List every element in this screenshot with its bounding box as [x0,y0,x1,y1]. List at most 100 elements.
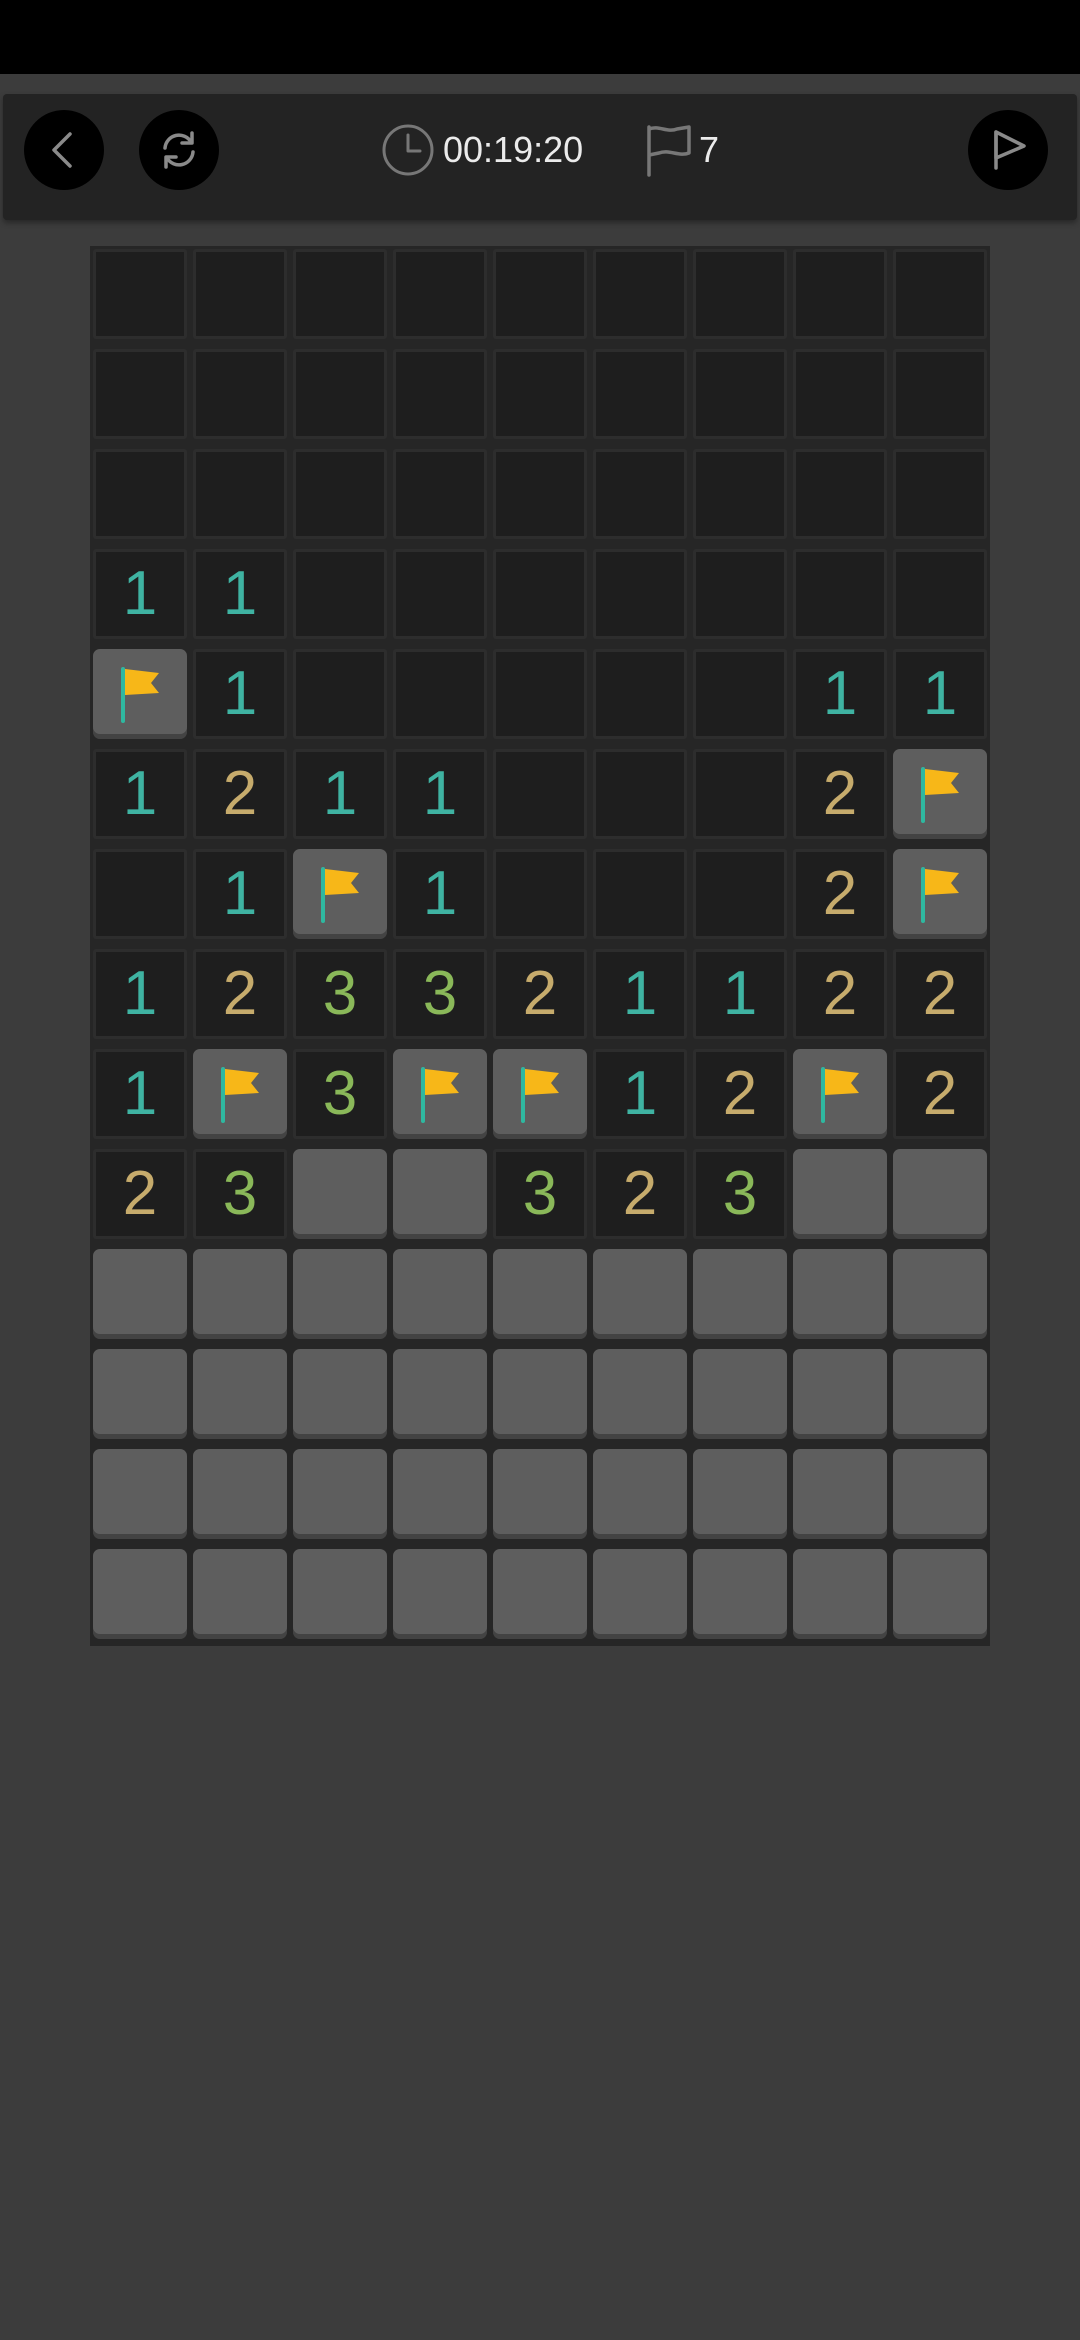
dark-cell-r2c3[interactable] [293,349,387,439]
unrevealed-cell-r13c2[interactable] [193,1449,287,1539]
dark-cell-r1c8[interactable] [793,249,887,339]
unrevealed-cell-r12c9[interactable] [893,1349,987,1439]
dark-cell-r2c2[interactable] [193,349,287,439]
unrevealed-cell-r12c7[interactable] [693,1349,787,1439]
dark-cell-r4c3[interactable] [293,549,387,639]
flagged-cell-r9c2[interactable] [193,1049,287,1139]
dark-cell-r3c8[interactable] [793,449,887,539]
dark-cell-r7c7[interactable] [693,849,787,939]
unrevealed-cell-r14c4[interactable] [393,1549,487,1639]
dark-cell-r1c2[interactable] [193,249,287,339]
dark-cell-r1c6[interactable] [593,249,687,339]
dark-cell-r3c6[interactable] [593,449,687,539]
unrevealed-cell-r11c2[interactable] [193,1249,287,1339]
number-cell-r8c1: 1 [93,949,187,1039]
unrevealed-cell-r12c3[interactable] [293,1349,387,1439]
unrevealed-cell-r11c4[interactable] [393,1249,487,1339]
dark-cell-r1c3[interactable] [293,249,387,339]
dark-cell-r1c1[interactable] [93,249,187,339]
unrevealed-cell-r14c7[interactable] [693,1549,787,1639]
unrevealed-cell-r10c4[interactable] [393,1149,487,1239]
dark-cell-r6c5[interactable] [493,749,587,839]
unrevealed-cell-r12c1[interactable] [93,1349,187,1439]
dark-cell-r6c7[interactable] [693,749,787,839]
dark-cell-r2c4[interactable] [393,349,487,439]
number-cell-r8c7: 1 [693,949,787,1039]
dark-cell-r5c5[interactable] [493,649,587,739]
dark-cell-r2c1[interactable] [93,349,187,439]
hint-button[interactable] [968,110,1048,190]
unrevealed-cell-r11c8[interactable] [793,1249,887,1339]
unrevealed-cell-r14c3[interactable] [293,1549,387,1639]
unrevealed-cell-r14c9[interactable] [893,1549,987,1639]
flagged-cell-r9c4[interactable] [393,1049,487,1139]
dark-cell-r1c5[interactable] [493,249,587,339]
flagged-cell-r7c3[interactable] [293,849,387,939]
dark-cell-r2c8[interactable] [793,349,887,439]
unrevealed-cell-r11c3[interactable] [293,1249,387,1339]
unrevealed-cell-r14c8[interactable] [793,1549,887,1639]
dark-cell-r4c5[interactable] [493,549,587,639]
unrevealed-cell-r11c7[interactable] [693,1249,787,1339]
dark-cell-r1c4[interactable] [393,249,487,339]
unrevealed-cell-r13c4[interactable] [393,1449,487,1539]
unrevealed-cell-r14c6[interactable] [593,1549,687,1639]
restart-button[interactable] [139,110,219,190]
dark-cell-r5c3[interactable] [293,649,387,739]
unrevealed-cell-r13c5[interactable] [493,1449,587,1539]
dark-cell-r2c7[interactable] [693,349,787,439]
dark-cell-r3c9[interactable] [893,449,987,539]
unrevealed-cell-r13c9[interactable] [893,1449,987,1539]
dark-cell-r7c5[interactable] [493,849,587,939]
unrevealed-cell-r13c6[interactable] [593,1449,687,1539]
dark-cell-r4c9[interactable] [893,549,987,639]
unrevealed-cell-r13c1[interactable] [93,1449,187,1539]
unrevealed-cell-r11c1[interactable] [93,1249,187,1339]
unrevealed-cell-r11c6[interactable] [593,1249,687,1339]
flagged-cell-r9c5[interactable] [493,1049,587,1139]
unrevealed-cell-r13c8[interactable] [793,1449,887,1539]
dark-cell-r6c6[interactable] [593,749,687,839]
dark-cell-r1c9[interactable] [893,249,987,339]
dark-cell-r5c6[interactable] [593,649,687,739]
dark-cell-r4c8[interactable] [793,549,887,639]
unrevealed-cell-r13c7[interactable] [693,1449,787,1539]
dark-cell-r1c7[interactable] [693,249,787,339]
flagged-cell-r6c9[interactable] [893,749,987,839]
number-cell-r6c1: 1 [93,749,187,839]
unrevealed-cell-r12c2[interactable] [193,1349,287,1439]
unrevealed-cell-r14c1[interactable] [93,1549,187,1639]
dark-cell-r5c7[interactable] [693,649,787,739]
dark-cell-r3c2[interactable] [193,449,287,539]
flagged-cell-r7c9[interactable] [893,849,987,939]
unrevealed-cell-r10c9[interactable] [893,1149,987,1239]
unrevealed-cell-r12c4[interactable] [393,1349,487,1439]
dark-cell-r5c4[interactable] [393,649,487,739]
dark-cell-r2c9[interactable] [893,349,987,439]
unrevealed-cell-r14c5[interactable] [493,1549,587,1639]
dark-cell-r7c6[interactable] [593,849,687,939]
dark-cell-r4c7[interactable] [693,549,787,639]
unrevealed-cell-r12c8[interactable] [793,1349,887,1439]
dark-cell-r3c1[interactable] [93,449,187,539]
dark-cell-r4c6[interactable] [593,549,687,639]
dark-cell-r3c5[interactable] [493,449,587,539]
dark-cell-r2c5[interactable] [493,349,587,439]
dark-cell-r7c1[interactable] [93,849,187,939]
unrevealed-cell-r10c3[interactable] [293,1149,387,1239]
back-button[interactable] [24,110,104,190]
dark-cell-r4c4[interactable] [393,549,487,639]
dark-cell-r2c6[interactable] [593,349,687,439]
unrevealed-cell-r13c3[interactable] [293,1449,387,1539]
dark-cell-r3c4[interactable] [393,449,487,539]
unrevealed-cell-r11c5[interactable] [493,1249,587,1339]
unrevealed-cell-r14c2[interactable] [193,1549,287,1639]
unrevealed-cell-r11c9[interactable] [893,1249,987,1339]
unrevealed-cell-r12c5[interactable] [493,1349,587,1439]
unrevealed-cell-r10c8[interactable] [793,1149,887,1239]
flagged-cell-r5c1[interactable] [93,649,187,739]
unrevealed-cell-r12c6[interactable] [593,1349,687,1439]
dark-cell-r3c3[interactable] [293,449,387,539]
dark-cell-r3c7[interactable] [693,449,787,539]
flagged-cell-r9c8[interactable] [793,1049,887,1139]
